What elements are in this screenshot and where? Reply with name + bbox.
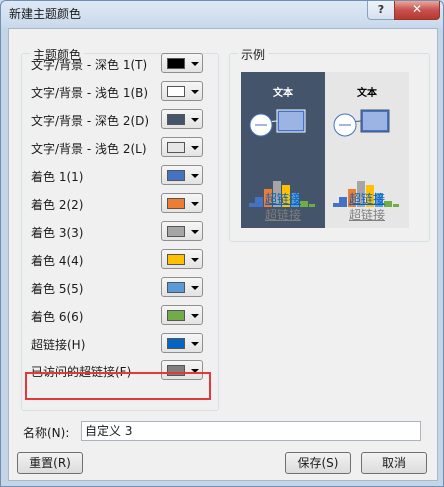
window-title: 新建主题颜色: [9, 7, 82, 21]
dropdown-arrow-icon: [191, 314, 199, 318]
color-picker-button[interactable]: [161, 53, 203, 73]
dropdown-arrow-icon: [191, 202, 199, 206]
color-row-label: 着色 2(2): [31, 198, 84, 212]
color-picker-button[interactable]: [161, 193, 203, 213]
dropdown-arrow-icon: [191, 342, 199, 346]
dropdown-arrow-icon: [191, 118, 199, 122]
light-preview-box-gradient: [363, 112, 387, 130]
color-row-label: 文字/背景 - 浅色 2(L): [31, 142, 147, 156]
dark-preview-hyperlink[interactable]: 超链接: [241, 190, 325, 207]
dropdown-arrow-icon: [191, 286, 199, 290]
color-row-label: 超链接(H): [31, 338, 86, 352]
color-picker-button[interactable]: [161, 109, 203, 129]
name-label: 名称(N):: [23, 426, 70, 440]
color-swatch: [167, 282, 185, 293]
color-swatch: [167, 310, 185, 321]
color-picker-button[interactable]: [161, 333, 203, 353]
color-swatch: [167, 198, 185, 209]
color-row-label: 着色 1(1): [31, 170, 84, 184]
dark-preview-visited[interactable]: 超链接: [241, 206, 325, 223]
color-swatch: [167, 142, 185, 153]
light-preview-heading: 文本: [357, 88, 377, 99]
color-picker-button[interactable]: [161, 81, 203, 101]
color-row-label: 文字/背景 - 深色 2(D): [31, 114, 150, 128]
name-input[interactable]: 自定义 3: [81, 421, 421, 441]
color-picker-button[interactable]: [161, 249, 203, 269]
color-swatch: [167, 58, 185, 69]
close-button[interactable]: ✕: [394, 1, 440, 20]
color-swatch: [167, 170, 185, 181]
color-row-label: 着色 3(3): [31, 226, 84, 240]
color-row-label: 着色 4(4): [31, 254, 84, 268]
light-preview-hyperlink[interactable]: 超链接: [325, 190, 409, 207]
color-picker-button[interactable]: [161, 277, 203, 297]
title-bar: 新建主题颜色 ? ✕: [1, 1, 443, 27]
cancel-button[interactable]: 取消: [361, 452, 427, 474]
dialog-client: 主题颜色 文字/背景 - 深色 1(T) 文字/背景 - 浅色 1(B) 文字/背景…: [8, 28, 438, 481]
color-picker-button[interactable]: [161, 305, 203, 325]
color-swatch: [167, 338, 185, 349]
help-button[interactable]: ?: [367, 1, 395, 20]
color-row-label: 着色 6(6): [31, 310, 84, 324]
sample-preview-dark: 文本 超链接 超链接: [241, 72, 325, 228]
color-swatch: [167, 226, 185, 237]
sample-group-title: 示例: [238, 46, 269, 63]
sample-preview-light: 文本 超链接 超链接: [325, 72, 409, 228]
light-preview-visited[interactable]: 超链接: [325, 206, 409, 223]
dropdown-arrow-icon: [191, 146, 199, 150]
dark-preview-box-gradient: [279, 112, 303, 130]
dialog-window: 新建主题颜色 ? ✕ 主题颜色 文字/背景 - 深色 1(T) 文字/背景 - 浅…: [0, 0, 444, 487]
dropdown-arrow-icon: [191, 258, 199, 262]
color-row-label: 文字/背景 - 深色 1(T): [31, 58, 148, 72]
color-swatch: [167, 86, 185, 97]
selection-highlight: [25, 372, 211, 400]
color-swatch: [167, 114, 185, 125]
dark-preview-heading: 文本: [273, 88, 293, 99]
color-row-label: 着色 5(5): [31, 282, 84, 296]
dropdown-arrow-icon: [191, 90, 199, 94]
dropdown-arrow-icon: [191, 174, 199, 178]
color-picker-button[interactable]: [161, 137, 203, 157]
dropdown-arrow-icon: [191, 230, 199, 234]
color-picker-button[interactable]: [161, 221, 203, 241]
color-picker-button[interactable]: [161, 165, 203, 185]
color-row-label: 文字/背景 - 浅色 1(B): [31, 86, 149, 100]
reset-button[interactable]: 重置(R): [17, 452, 83, 474]
save-button[interactable]: 保存(S): [285, 452, 351, 474]
dropdown-arrow-icon: [191, 62, 199, 66]
color-swatch: [167, 254, 185, 265]
